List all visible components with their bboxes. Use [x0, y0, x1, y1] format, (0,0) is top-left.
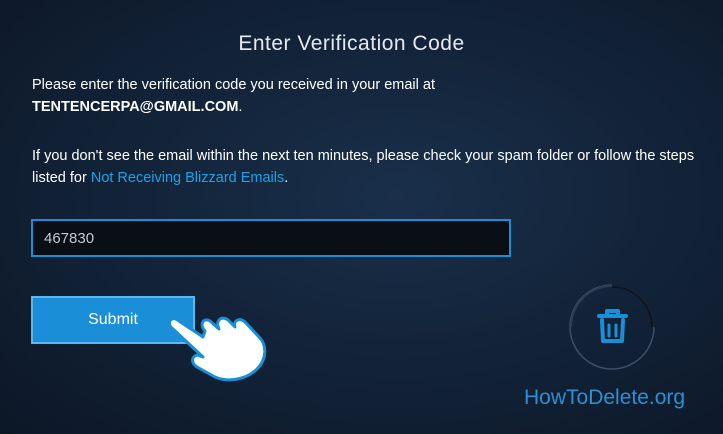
verification-code-input[interactable] [33, 221, 509, 255]
spam-help-text: If you don't see the email within the ne… [32, 145, 702, 189]
verification-code-field[interactable] [31, 219, 511, 257]
instruction-text: Please enter the verification code you r… [32, 74, 702, 118]
email-period: . [238, 99, 243, 115]
not-receiving-emails-link[interactable]: Not Receiving Blizzard Emails [91, 170, 284, 186]
page-title: Enter Verification Code [238, 32, 465, 55]
link-period: . [284, 170, 289, 186]
instruction-label: Please enter the verification code you r… [32, 77, 435, 93]
email-address: TENTENCERPA@GMAIL.COM [32, 99, 239, 115]
watermark-text: HowToDelete.org [524, 386, 686, 409]
trash-icon [569, 284, 655, 370]
pointing-hand-icon [167, 316, 267, 382]
